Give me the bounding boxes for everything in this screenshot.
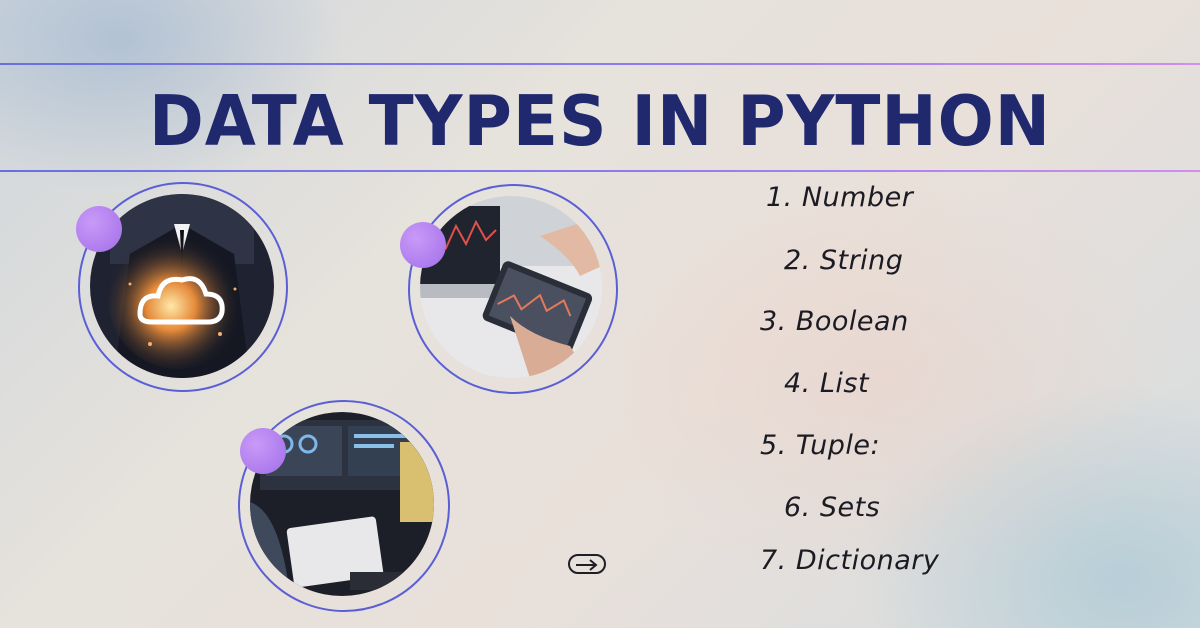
arrow-right-icon (576, 559, 598, 571)
page-title: DATA TYPES IN PYTHON (148, 81, 1051, 162)
decorative-dot (240, 428, 286, 474)
decorative-dot (400, 222, 446, 268)
list-item: 4. List (784, 368, 870, 399)
next-arrow-button[interactable] (568, 554, 606, 574)
decorative-dot (76, 206, 122, 252)
bottom-divider-line (0, 170, 1200, 172)
list-item: 7. Dictionary (760, 545, 940, 576)
stock-chart-photo (420, 196, 602, 378)
top-divider-line (0, 63, 1200, 65)
list-item: 1. Number (766, 182, 914, 213)
list-item: 5. Tuple: (760, 430, 881, 461)
list-item: 6. Sets (784, 492, 881, 523)
list-item: 3. Boolean (760, 306, 909, 337)
list-item: 2. String (784, 245, 904, 276)
